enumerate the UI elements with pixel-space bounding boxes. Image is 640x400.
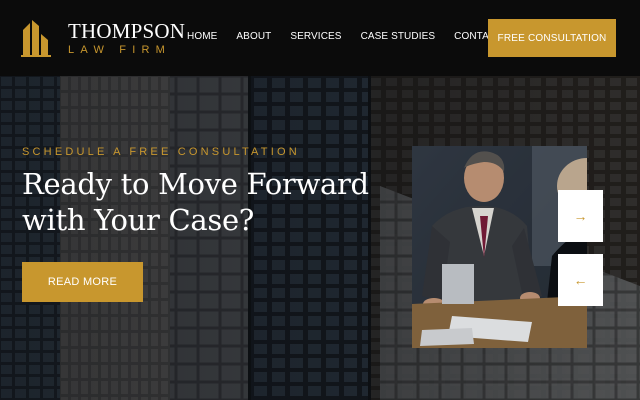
logo-tagline: LAW FIRM [68, 43, 171, 56]
hero-headline-line-1: Ready to Move Forward [22, 167, 369, 201]
hero-eyebrow: SCHEDULE A FREE CONSULTATION [22, 146, 300, 158]
nav-case-studies[interactable]: CASE STUDIES [361, 31, 436, 42]
hero-headline: Ready to Move Forward with Your Case? [22, 166, 382, 238]
lawyer-photo [412, 146, 587, 348]
logo-icon [21, 20, 51, 57]
nav-services[interactable]: SERVICES [290, 31, 341, 42]
logo-name: THOMPSON [68, 18, 186, 43]
slider-next-arrow-icon[interactable]: → [558, 190, 603, 242]
site-header: THOMPSON LAW FIRM HOME ABOUT SERVICES CA… [0, 0, 640, 76]
logo[interactable]: THOMPSON LAW FIRM [20, 18, 185, 58]
hero-headline-line-2: with Your Case? [22, 203, 255, 237]
slider-prev-arrow-icon[interactable]: ← [558, 254, 603, 306]
read-more-button[interactable]: READ MORE [22, 262, 143, 302]
main-nav: HOME ABOUT SERVICES CASE STUDIES CONTACT [187, 31, 521, 42]
nav-about[interactable]: ABOUT [236, 31, 271, 42]
free-consultation-button[interactable]: FREE CONSULTATION [488, 19, 616, 57]
hero-section: SCHEDULE A FREE CONSULTATION Ready to Mo… [0, 76, 640, 400]
nav-home[interactable]: HOME [187, 31, 217, 42]
